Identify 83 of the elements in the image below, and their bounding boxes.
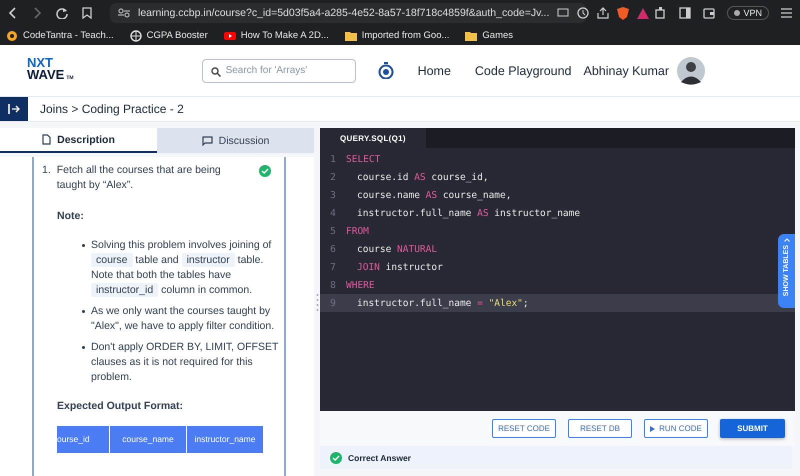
- status-text: Correct Answer: [348, 452, 411, 462]
- code-editor[interactable]: [320, 128, 795, 411]
- extensions-icon[interactable]: [655, 7, 668, 19]
- output-heading: Expected Output Format:: [57, 399, 184, 414]
- line-number: 1: [329, 154, 337, 164]
- history-icon[interactable]: [577, 7, 590, 19]
- share-icon[interactable]: [597, 7, 610, 19]
- column-header: ourse_id: [57, 426, 109, 453]
- breadcrumb: Joins > Coding Practice - 2: [40, 102, 184, 116]
- search-icon: [210, 66, 221, 76]
- line-number: 8: [329, 280, 337, 290]
- stopwatch-icon[interactable]: [378, 62, 394, 79]
- dot-icon: [734, 10, 740, 16]
- folder-icon: [465, 30, 478, 42]
- wallet-icon[interactable]: [703, 8, 716, 18]
- tab[interactable]: Discussion: [157, 128, 314, 153]
- bookmark[interactable]: CodeTantra - Teach...: [6, 30, 114, 42]
- play-icon: [650, 426, 656, 432]
- avatar[interactable]: [676, 56, 705, 84]
- back-icon[interactable]: [8, 7, 18, 19]
- sidebar-toggle[interactable]: [0, 97, 28, 121]
- logo-text: NXT: [27, 57, 54, 69]
- nav-link[interactable]: Home: [418, 64, 451, 78]
- bookmark[interactable]: Games: [465, 30, 514, 42]
- code-line: course.name AS course_name,: [356, 190, 512, 200]
- document-icon: [42, 134, 52, 145]
- line-number: 6: [329, 244, 337, 254]
- forward-icon[interactable]: [32, 7, 42, 19]
- run-button[interactable]: RUN CODE: [644, 419, 708, 438]
- triangle-icon[interactable]: [637, 8, 650, 18]
- submit-button[interactable]: SUBMIT: [720, 419, 785, 438]
- bullet-text: Solving this problem involves joining of course table and instructor table. Note that both the tables have instructor_id column in common.: [91, 238, 272, 298]
- globe-icon: [130, 30, 142, 42]
- code-line: instructor.full_name = "Alex";: [356, 298, 529, 308]
- bullet-icon: [82, 244, 85, 247]
- note-heading: Note:: [57, 209, 85, 224]
- chevron-up-icon: [784, 238, 790, 242]
- logo-text: WAVE: [27, 69, 64, 81]
- search-field[interactable]: Search for 'Arrays': [202, 58, 356, 82]
- panel-expand-icon: [8, 104, 20, 114]
- bookmark[interactable]: Imported from Goo...: [344, 30, 450, 42]
- line-number: 7: [329, 262, 337, 272]
- code-line: SELECT: [346, 154, 380, 164]
- menu-icon[interactable]: [781, 8, 792, 18]
- bookmark[interactable]: How To Make A 2D...: [224, 30, 329, 42]
- reload-icon[interactable]: [56, 7, 68, 19]
- sidebar-icon[interactable]: [679, 7, 692, 19]
- bookmark-icon[interactable]: [82, 7, 92, 19]
- shield-icon[interactable]: [617, 6, 630, 20]
- column-header: course_name: [110, 426, 186, 453]
- url-text: learning.ccbp.in/course?c_id=5d03f5a4-a285-4e52-8a57-18f718c4859f&auth_code=Jv...: [138, 7, 550, 19]
- column-header: instructor_name: [187, 426, 263, 453]
- list-number: 1.: [42, 163, 51, 178]
- sun-icon: [6, 30, 18, 42]
- line-number: 3: [329, 190, 337, 200]
- tab[interactable]: Description: [0, 128, 157, 153]
- question-text: Fetch all the courses that are being taught by “Alex”.: [56, 163, 222, 193]
- code-line: JOIN instructor: [356, 262, 443, 272]
- video-icon: [224, 30, 236, 42]
- code-line: instructor.full_name AS instructor_name: [356, 208, 580, 218]
- file-tab[interactable]: QUERY.SQL(Q1): [320, 128, 426, 148]
- code-line: course NATURAL: [356, 244, 438, 254]
- reset-button[interactable]: RESET CODE: [492, 419, 556, 438]
- comment-icon: [202, 136, 213, 146]
- site-settings-icon[interactable]: [118, 8, 130, 18]
- line-number: 2: [329, 172, 337, 182]
- code-line: course.id AS course_id,: [356, 172, 489, 182]
- bookmark[interactable]: CGPA Booster: [130, 30, 208, 42]
- vpn-button[interactable]: VPN: [727, 6, 769, 20]
- folder-icon: [344, 30, 357, 42]
- code-line: FROM: [346, 226, 369, 236]
- user-name[interactable]: Abhinay Kumar: [584, 64, 669, 78]
- code-line: WHERE: [346, 280, 375, 290]
- nav-link[interactable]: Code Playground: [474, 64, 572, 78]
- line-number: 5: [329, 226, 337, 236]
- reset-button[interactable]: RESET DB: [568, 419, 632, 438]
- line-number: 4: [329, 208, 337, 218]
- cast-icon[interactable]: [557, 8, 570, 18]
- drag-handle-icon[interactable]: [316, 292, 318, 312]
- bullet-text: As we only want the courses taught by "Alex", we have to apply filter condition.: [91, 304, 276, 334]
- bullet-text: Don't apply ORDER BY, LIMIT, OFFSET clauses as it is not required for this problem.: [91, 340, 280, 385]
- bullet-icon: [82, 310, 85, 313]
- bullet-icon: [82, 346, 85, 349]
